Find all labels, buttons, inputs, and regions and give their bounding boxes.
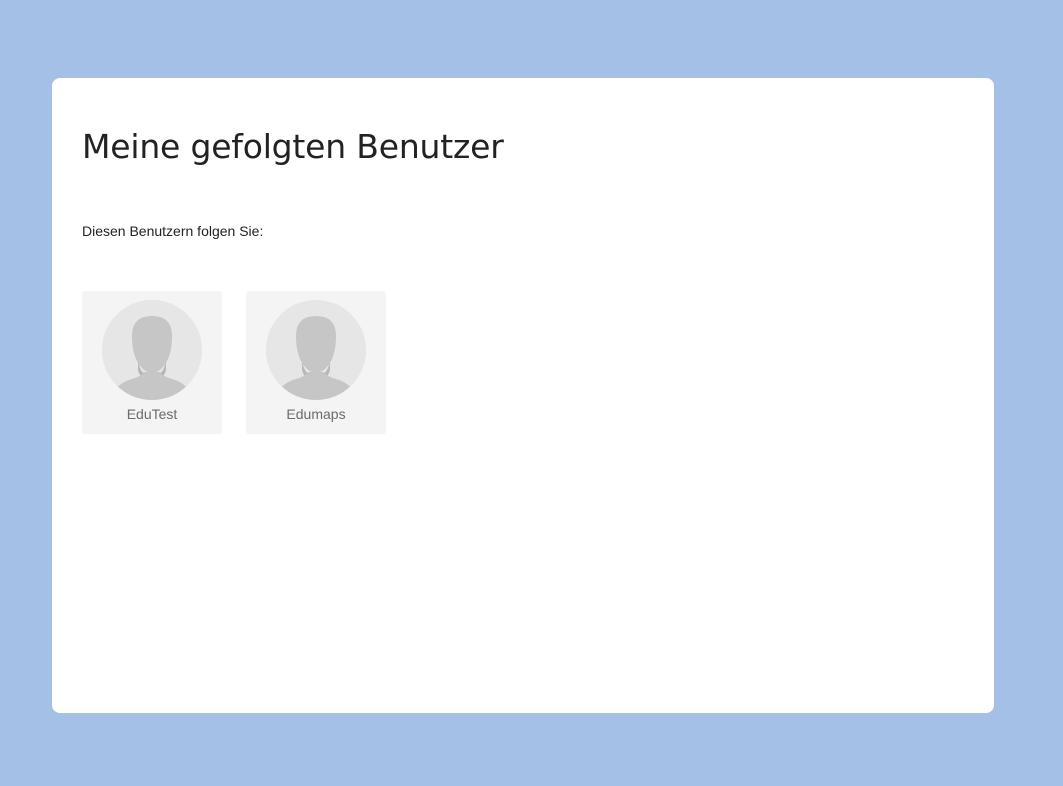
default-user-silhouette-icon [266, 300, 366, 400]
user-name[interactable]: Edumaps [246, 407, 386, 421]
intro-text: Diesen Benutzern folgen Sie: [82, 223, 264, 239]
avatar [102, 300, 202, 400]
page-title: Meine gefolgten Benutzer [82, 127, 504, 166]
user-name[interactable]: EduTest [82, 407, 222, 421]
followed-users-list: EduTest Edumaps [82, 291, 386, 434]
avatar [266, 300, 366, 400]
default-user-silhouette-icon [102, 300, 202, 400]
user-tile-edumaps[interactable]: Edumaps [246, 291, 386, 434]
followed-users-card: Meine gefolgten Benutzer Diesen Benutzer… [52, 78, 994, 713]
user-tile-edutest[interactable]: EduTest [82, 291, 222, 434]
